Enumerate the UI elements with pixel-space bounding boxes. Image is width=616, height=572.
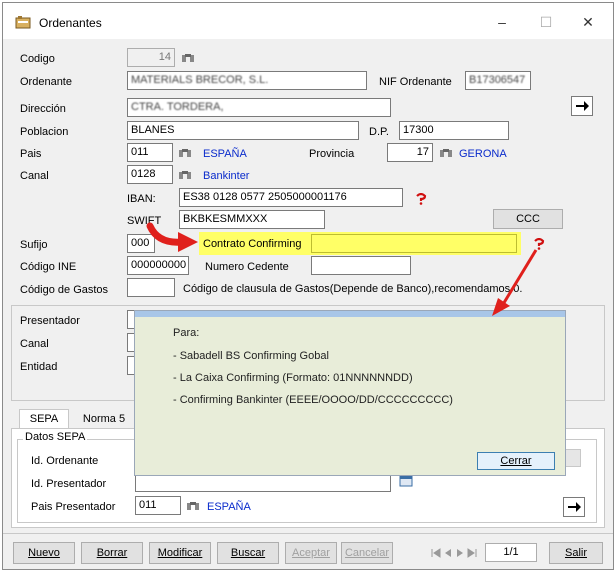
pais-presentador-label: Pais Presentador bbox=[31, 501, 116, 513]
sufijo-label: Sufijo bbox=[20, 239, 48, 251]
codigo-label: Codigo bbox=[20, 53, 55, 65]
arrow-right-icon bbox=[576, 101, 589, 111]
binoculars-icon[interactable] bbox=[439, 147, 453, 158]
direccion-label: Dirección bbox=[20, 103, 66, 115]
binoculars-icon[interactable] bbox=[178, 147, 192, 158]
aceptar-label: Aceptar bbox=[292, 547, 330, 559]
binoculars-icon[interactable] bbox=[186, 500, 200, 511]
popup-heading: Para: bbox=[173, 327, 200, 339]
popup-line: - Confirming Bankinter (EEEE/OOOO/DD/CCC… bbox=[173, 394, 453, 406]
buscar-button[interactable]: Buscar bbox=[217, 542, 279, 564]
minimize-button[interactable]: – bbox=[487, 11, 517, 33]
codigo-ine-field[interactable]: 000000000 bbox=[127, 256, 189, 275]
borrar-button[interactable]: Borrar bbox=[81, 542, 143, 564]
tab-sepa[interactable]: SEPA bbox=[19, 409, 69, 429]
binoculars-icon[interactable] bbox=[181, 52, 195, 63]
direccion-value: CTRA. TORDERA, bbox=[131, 101, 224, 113]
iban-field[interactable]: ES38 0128 0577 2505000001176 bbox=[179, 188, 403, 207]
pais-label: Pais bbox=[20, 148, 42, 160]
ordenante-label: Ordenante bbox=[20, 76, 72, 88]
canal-label: Canal bbox=[20, 170, 49, 182]
presentador-label: Presentador bbox=[20, 315, 80, 327]
codigo-gastos-label: Código de Gastos bbox=[20, 284, 109, 296]
provincia-code-field[interactable]: 17 bbox=[387, 143, 433, 162]
ordenante-field[interactable]: MATERIALS BRECOR, S.L. bbox=[127, 71, 367, 90]
sufijo-field[interactable]: 000 bbox=[127, 234, 155, 253]
id-presentador-label: Id. Presentador bbox=[31, 478, 107, 490]
calendar-icon[interactable] bbox=[399, 475, 413, 487]
provincia-label: Provincia bbox=[309, 148, 355, 160]
cerrar-label: Cerrar bbox=[500, 455, 532, 467]
confirming-help-popup: Para: - Sabadell BS Confirming Gobal - L… bbox=[134, 310, 566, 476]
salir-label: Salir bbox=[564, 547, 587, 559]
modificar-button[interactable]: Modificar bbox=[149, 542, 211, 564]
dp-label: D.P. bbox=[369, 126, 389, 138]
poblacion-label: Poblacion bbox=[20, 126, 69, 138]
record-counter: 1/1 bbox=[485, 543, 537, 562]
pais-presentador-name: ESPAÑA bbox=[207, 501, 251, 513]
popup-title-bar bbox=[135, 311, 565, 317]
direccion-field[interactable]: CTRA. TORDERA, bbox=[127, 98, 391, 117]
binoculars-icon[interactable] bbox=[178, 169, 192, 180]
dp-field[interactable]: 17300 bbox=[399, 121, 509, 140]
close-button[interactable]: ✕ bbox=[573, 11, 603, 33]
contrato-label: Contrato Confirming bbox=[203, 238, 302, 250]
help-icon[interactable] bbox=[533, 238, 545, 250]
iban-label: IBAN: bbox=[127, 193, 156, 205]
pais-name: ESPAÑA bbox=[203, 148, 247, 160]
cancelar-label: Cancelar bbox=[344, 547, 390, 559]
codigo-ine-label: Código INE bbox=[20, 261, 77, 273]
id-ordenante-label: Id. Ordenante bbox=[31, 455, 99, 467]
nuevo-label: Nuevo bbox=[28, 547, 60, 559]
codigo-gastos-field[interactable] bbox=[127, 278, 175, 297]
cancelar-button[interactable]: Cancelar bbox=[341, 542, 393, 564]
ordenantes-window: Ordenantes – ☐ ✕ Codigo 14 Ordenante MAT… bbox=[2, 2, 614, 570]
salir-button[interactable]: Salir bbox=[549, 542, 603, 564]
address-next-button[interactable] bbox=[571, 96, 593, 116]
poblacion-field[interactable]: BLANES bbox=[127, 121, 359, 140]
app-icon bbox=[15, 16, 31, 29]
datos-sepa-title: Datos SEPA bbox=[23, 431, 88, 443]
pais-code-field[interactable]: 011 bbox=[127, 143, 173, 162]
cerrar-button[interactable]: Cerrar bbox=[477, 452, 555, 470]
tab-norma[interactable]: Norma 5 bbox=[73, 410, 135, 430]
nif-label: NIF Ordenante bbox=[379, 76, 452, 88]
swift-field[interactable]: BKBKESMMXXX bbox=[179, 210, 325, 229]
title-bar: Ordenantes – ☐ ✕ bbox=[3, 3, 613, 39]
popup-line: - La Caixa Confirming (Formato: 01NNNNNN… bbox=[173, 372, 413, 384]
canal-name: Bankinter bbox=[203, 170, 250, 182]
window-title: Ordenantes bbox=[39, 16, 102, 30]
arrow-right-icon bbox=[568, 502, 581, 512]
provincia-name: GERONA bbox=[459, 148, 507, 160]
bottom-separator bbox=[3, 533, 613, 534]
canal-lower-label: Canal bbox=[20, 338, 49, 350]
ccc-button[interactable]: CCC bbox=[493, 209, 563, 229]
help-icon[interactable] bbox=[415, 193, 427, 205]
popup-line: - Sabadell BS Confirming Gobal bbox=[173, 350, 329, 362]
nif-value: B17306547 bbox=[469, 74, 526, 86]
entidad-label: Entidad bbox=[20, 361, 58, 373]
borrar-label: Borrar bbox=[96, 547, 128, 559]
codigo-gastos-note: Código de clausula de Gastos(Depende de … bbox=[183, 283, 523, 295]
swift-label: SWIFT bbox=[127, 215, 162, 227]
aceptar-button[interactable]: Aceptar bbox=[285, 542, 337, 564]
pais-presentador-code[interactable]: 011 bbox=[135, 496, 181, 515]
record-navigator-icons[interactable] bbox=[431, 548, 477, 558]
numero-cedente-field[interactable] bbox=[311, 256, 411, 275]
modificar-label: Modificar bbox=[157, 547, 203, 559]
maximize-button[interactable]: ☐ bbox=[531, 11, 561, 33]
buscar-label: Buscar bbox=[230, 547, 266, 559]
nif-field[interactable]: B17306547 bbox=[465, 71, 531, 90]
ordenante-value: MATERIALS BRECOR, S.L. bbox=[131, 74, 269, 86]
contrato-field[interactable] bbox=[311, 234, 517, 253]
numero-cedente-label: Numero Cedente bbox=[205, 261, 289, 273]
nuevo-button[interactable]: Nuevo bbox=[13, 542, 75, 564]
canal-code-field[interactable]: 0128 bbox=[127, 165, 173, 184]
sepa-next-button[interactable] bbox=[563, 497, 585, 517]
codigo-field[interactable]: 14 bbox=[127, 48, 175, 67]
dropdown-button[interactable] bbox=[565, 449, 581, 467]
